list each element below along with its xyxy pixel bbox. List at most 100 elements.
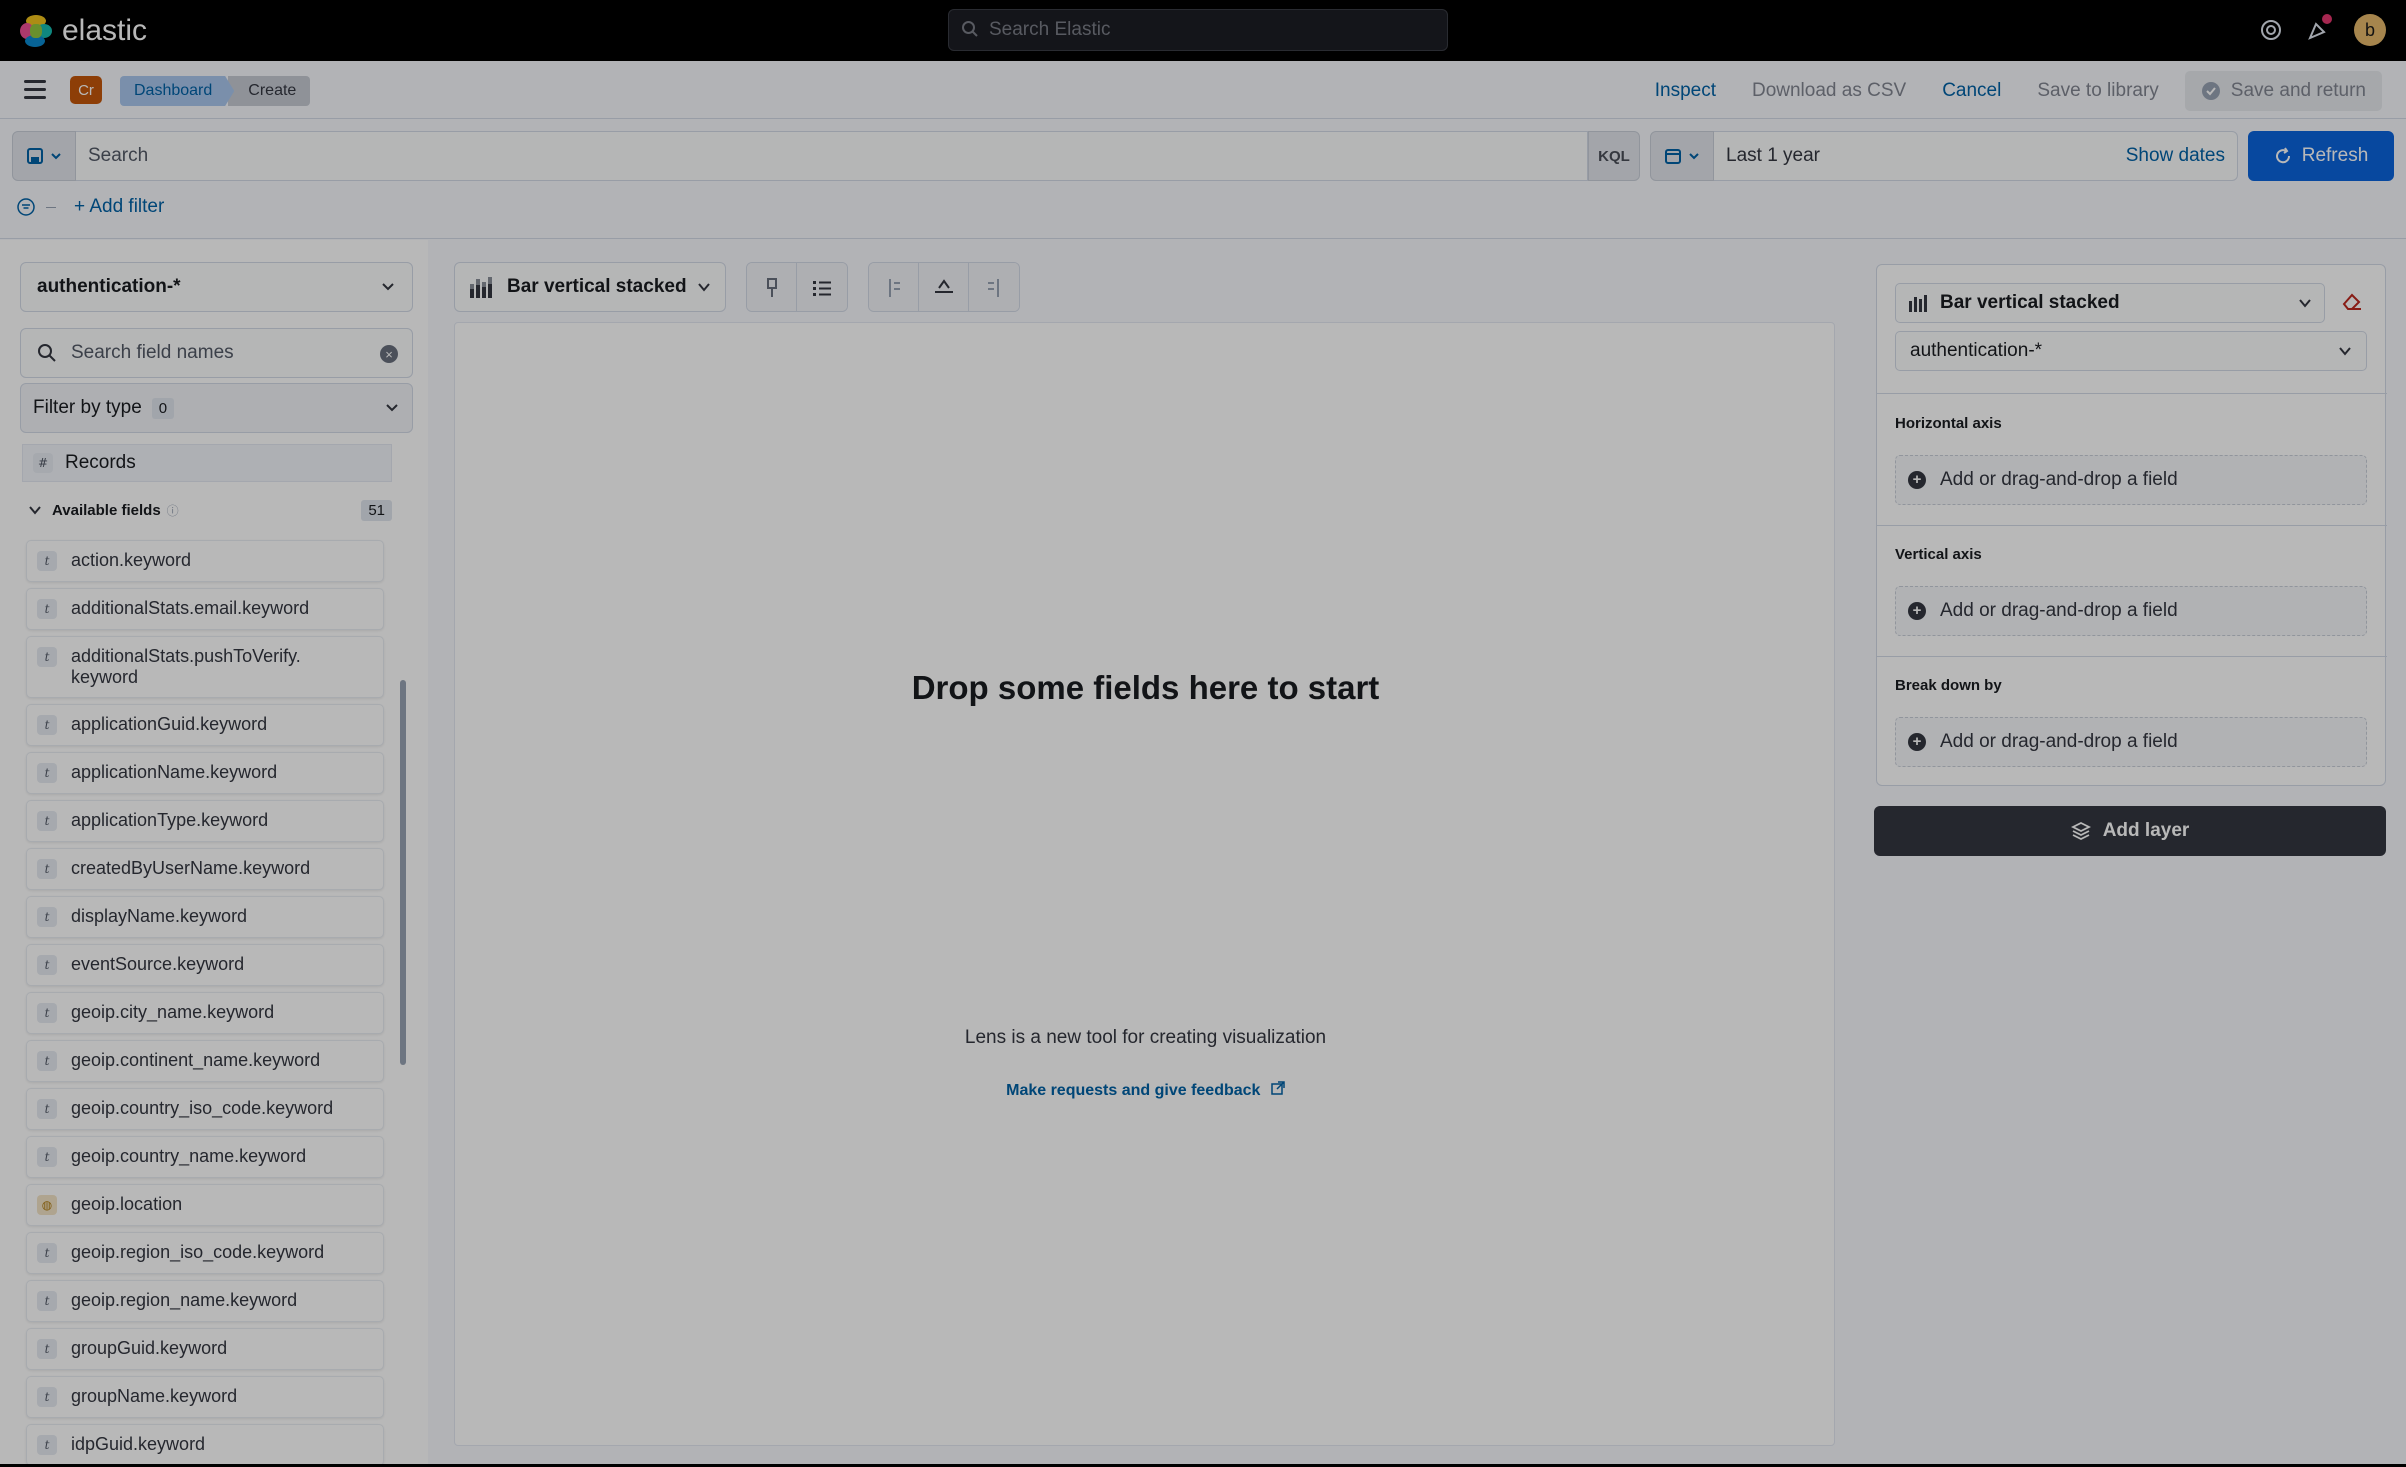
string-type-icon: t (37, 907, 57, 927)
newsfeed-button[interactable] (2306, 14, 2332, 42)
field-name: geoip.continent_name.keyword (71, 1050, 321, 1070)
search-icon (962, 21, 978, 37)
global-search-input[interactable]: Search Elastic (948, 9, 1448, 51)
add-filter-button[interactable]: + Add filter (74, 196, 164, 218)
bottom-axis-button[interactable] (919, 263, 969, 311)
available-fields-header[interactable]: Available fields ⓘ 51 (16, 490, 392, 530)
chevron-down-icon (382, 283, 394, 291)
field-list-item[interactable]: t applicationGuid.keyword (26, 704, 384, 746)
elastic-logo[interactable]: elastic (20, 14, 147, 48)
string-type-icon: t (37, 859, 57, 879)
date-range-picker[interactable]: Last 1 year Show dates (1714, 131, 2238, 181)
available-fields-count: 51 (361, 499, 392, 521)
filter-by-type-button[interactable]: Filter by type 0 (20, 383, 413, 433)
add-layer-button[interactable]: Add layer (1874, 806, 2386, 856)
feedback-link-label: Make requests and give feedback (1006, 1082, 1261, 1099)
quick-date-button[interactable] (1650, 131, 1714, 181)
filter-bar: + Add filter (16, 194, 164, 220)
field-list-item[interactable]: t applicationName.keyword (26, 752, 384, 794)
field-list-item[interactable]: t createdByUserName.keyword (26, 848, 384, 890)
field-list-scrollbar[interactable] (400, 680, 406, 1065)
user-avatar[interactable]: b (2354, 14, 2386, 46)
field-list-item[interactable]: t applicationType.keyword (26, 800, 384, 842)
field-name: applicationName.keyword (71, 762, 278, 782)
field-list-item[interactable]: ◍ geoip.location (26, 1184, 384, 1226)
field-list-item[interactable]: t geoip.country_iso_code.keyword (26, 1088, 384, 1130)
show-dates-button[interactable]: Show dates (2126, 145, 2225, 167)
field-list-item[interactable]: t idpGuid.keyword (26, 1424, 384, 1466)
axis-bottom-icon (934, 279, 953, 293)
available-fields-label: Available fields (52, 501, 161, 519)
records-field[interactable]: # Records (22, 444, 392, 482)
saved-query-button[interactable] (12, 131, 76, 181)
breadcrumb: Dashboard Create (120, 76, 311, 106)
question-icon[interactable]: ⓘ (167, 502, 179, 519)
chart-type-switch[interactable]: Bar vertical stacked (454, 262, 726, 312)
string-type-icon: t (37, 1099, 57, 1119)
space-avatar[interactable]: Cr (70, 76, 102, 104)
field-list-item[interactable]: t geoip.country_name.keyword (26, 1136, 384, 1178)
inspect-button[interactable]: Inspect (1637, 80, 1734, 102)
plus-icon: + (1908, 733, 1926, 751)
field-search-input[interactable]: Search field names × (20, 328, 413, 378)
field-name-continued: keyword (71, 667, 139, 687)
clear-icon[interactable]: × (380, 345, 398, 363)
index-pattern-select[interactable]: authentication-* (20, 262, 413, 312)
workspace-dropzone[interactable]: Drop some fields here to start Lens is a… (454, 322, 1835, 1446)
vertical-axis-placeholder: Add or drag-and-drop a field (1940, 600, 2178, 621)
save-icon (27, 148, 43, 164)
brush-icon (766, 278, 777, 297)
layers-icon (2070, 821, 2091, 841)
refresh-button[interactable]: Refresh (2248, 131, 2394, 181)
plus-icon: + (1908, 602, 1926, 620)
field-name: groupGuid.keyword (71, 1338, 228, 1358)
date-range-value: Last 1 year (1726, 145, 1820, 166)
download-csv-button[interactable]: Download as CSV (1734, 80, 1924, 102)
field-list-item[interactable]: t additionalStats.email.keyword (26, 588, 384, 630)
feedback-link[interactable]: Make requests and give feedback (455, 1081, 1836, 1100)
kql-toggle[interactable]: KQL (1588, 131, 1640, 181)
config-divider (1877, 525, 2387, 526)
workspace-toolbar: Bar vertical stacked (454, 262, 1020, 312)
query-input[interactable]: Search (76, 131, 1588, 181)
field-list-item[interactable]: t additionalStats.pushToVerify. keyword (26, 636, 384, 698)
legend-button[interactable] (797, 263, 847, 311)
menu-icon[interactable] (24, 80, 46, 100)
string-type-icon: t (37, 1387, 57, 1407)
field-name: geoip.country_iso_code.keyword (71, 1098, 334, 1118)
axis-right-icon (988, 279, 999, 297)
field-list-item[interactable]: t geoip.region_iso_code.keyword (26, 1232, 384, 1274)
filter-icon[interactable] (16, 197, 36, 217)
string-type-icon: t (37, 1339, 57, 1359)
field-list-item[interactable]: t geoip.continent_name.keyword (26, 1040, 384, 1082)
field-name: geoip.city_name.keyword (71, 1002, 275, 1022)
right-axis-button[interactable] (969, 263, 1019, 311)
horizontal-axis-dropzone[interactable]: + Add or drag-and-drop a field (1895, 455, 2367, 505)
field-list-item[interactable]: t groupName.keyword (26, 1376, 384, 1418)
field-list-item[interactable]: t geoip.region_name.keyword (26, 1280, 384, 1322)
query-bar: Search KQL Last 1 year Show dates Refres… (12, 131, 2394, 181)
field-list-item[interactable]: t groupGuid.keyword (26, 1328, 384, 1370)
vertical-axis-dropzone[interactable]: + Add or drag-and-drop a field (1895, 586, 2367, 636)
config-divider (1877, 393, 2387, 394)
chevron-down-icon (1689, 153, 1699, 160)
help-icon[interactable] (2260, 19, 2282, 41)
horizontal-axis-label: Horizontal axis (1895, 415, 2002, 432)
left-axis-button[interactable] (869, 263, 919, 311)
brand-name: elastic (62, 14, 148, 47)
field-list-item[interactable]: t displayName.keyword (26, 896, 384, 938)
clear-layer-button[interactable] (2341, 291, 2363, 316)
paint-brush-button[interactable] (747, 263, 797, 311)
field-list-item[interactable]: t action.keyword (26, 540, 384, 582)
layer-index-pattern-select[interactable]: authentication-* (1895, 331, 2367, 371)
break-down-dropzone[interactable]: + Add or drag-and-drop a field (1895, 717, 2367, 767)
bar-stacked-icon (470, 277, 492, 298)
breadcrumb-dashboard[interactable]: Dashboard (120, 76, 235, 106)
string-type-icon: t (37, 599, 57, 619)
save-to-library-button[interactable]: Save to library (2019, 80, 2176, 102)
field-list-item[interactable]: t geoip.city_name.keyword (26, 992, 384, 1034)
cancel-button[interactable]: Cancel (1924, 80, 2019, 102)
layer-chart-type-select[interactable]: Bar vertical stacked (1895, 283, 2325, 323)
field-list-item[interactable]: t eventSource.keyword (26, 944, 384, 986)
save-and-return-button[interactable]: Save and return (2184, 71, 2382, 111)
